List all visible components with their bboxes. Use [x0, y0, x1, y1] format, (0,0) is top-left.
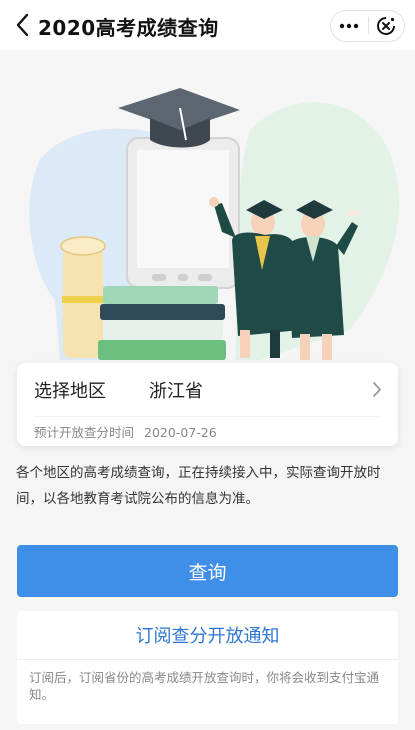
- expected-open-label: 预计开放查分时间: [34, 425, 135, 440]
- back-button[interactable]: [8, 10, 36, 40]
- region-card-divider: [34, 416, 381, 417]
- chevron-right-icon: [373, 382, 381, 397]
- graduation-illustration: [29, 88, 399, 360]
- expected-open-time: 预计开放查分时间 2020-07-26: [34, 422, 217, 441]
- top-nav-bar: 2020高考成绩查询: [0, 0, 415, 50]
- more-dots-icon: [340, 23, 359, 29]
- chevron-left-icon: [16, 13, 29, 37]
- region-selector-card[interactable]: 选择地区 浙江省 预计开放查分时间 2020-07-26: [17, 363, 398, 446]
- subscribe-description: 订阅后，订阅省份的高考成绩开放查询时，你将会收到支付宝通知。: [29, 670, 380, 702]
- close-circle-icon: [377, 17, 396, 35]
- more-button[interactable]: [331, 11, 368, 41]
- mini-app-capsule: [330, 10, 405, 42]
- notice-text: 各个地区的高考成绩查询，正在持续接入中，实际查询开放时间，以各地教育考试院公布的…: [16, 465, 381, 507]
- region-label: 选择地区: [34, 381, 106, 402]
- region-value: 浙江省: [149, 381, 203, 402]
- subscribe-divider: [17, 659, 398, 660]
- expected-open-date: 2020-07-26: [144, 425, 217, 440]
- page-title: 2020高考成绩查询: [38, 16, 219, 40]
- subscribe-card: 订阅查分开放通知 订阅后，订阅省份的高考成绩开放查询时，你将会收到支付宝通知。: [17, 611, 398, 724]
- close-button[interactable]: [368, 11, 404, 41]
- subscribe-notification-link[interactable]: 订阅查分开放通知: [17, 611, 398, 659]
- query-button[interactable]: 查询: [17, 545, 398, 597]
